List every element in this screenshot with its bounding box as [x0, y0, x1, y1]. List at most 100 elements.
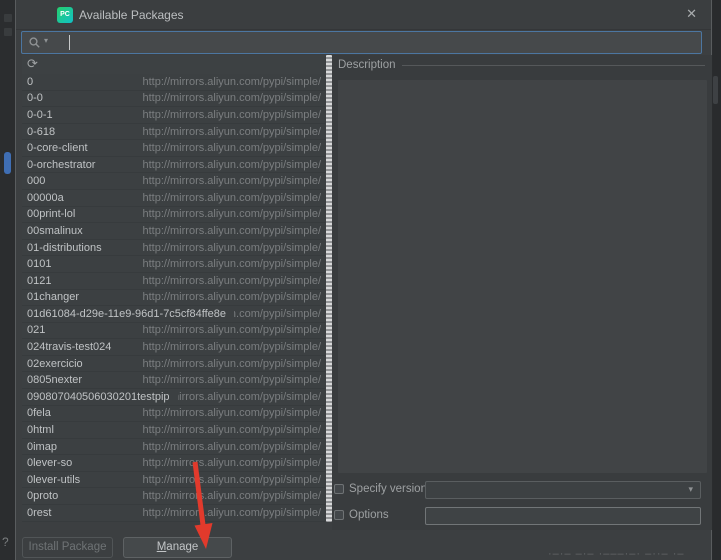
- list-item[interactable]: 00print-lol http://mirrors.aliyun.com/pyp…: [22, 207, 325, 224]
- list-item[interactable]: 000http://mirrors.aliyun.com/pypi/simple…: [22, 173, 325, 190]
- package-repo-url: http://mirrors.aliyun.com/pypi/simple/: [143, 407, 322, 419]
- list-item[interactable]: 0lever-so http://mirrors.aliyun.com/pypi/…: [22, 455, 325, 472]
- list-item[interactable]: 01d61084-d29e-11e9-96d1-7c5cf84ffe8e s.al…: [22, 306, 325, 323]
- specify-version-checkbox[interactable]: [334, 484, 344, 494]
- package-repo-url: http://mirrors.aliyun.com/pypi/simple/: [143, 457, 322, 469]
- chevron-down-icon: ▾: [688, 485, 693, 495]
- list-item[interactable]: 00000ahttp://mirrors.aliyun.com/pypi/sim…: [22, 190, 325, 207]
- list-item[interactable]: 0 http://mirrors.aliyun.com/pypi/simple/: [22, 74, 325, 91]
- package-name: 0fela: [27, 407, 51, 419]
- background-scroll-marker: [4, 152, 11, 174]
- list-item[interactable]: 0-0 http://mirrors.aliyun.com/pypi/simple…: [22, 91, 325, 108]
- list-item[interactable]: 01changer http://mirrors.aliyun.com/pypi/…: [22, 290, 325, 307]
- background-left-strip: ?: [0, 0, 15, 560]
- list-toolbar: ⟳: [22, 55, 325, 74]
- package-name: 01-distributions: [27, 242, 102, 254]
- package-repo-url: http://mirrors.aliyun.com/pypi/simple/: [143, 142, 322, 154]
- package-name: 0-0-1: [27, 109, 53, 121]
- list-item[interactable]: 0html http://mirrors.aliyun.com/pypi/simp…: [22, 422, 325, 439]
- package-name: 01d61084-d29e-11e9-96d1-7c5cf84ffe8e: [27, 308, 226, 320]
- list-item[interactable]: 0121http://mirrors.aliyun.com/pypi/simpl…: [22, 273, 325, 290]
- search-field[interactable]: ▾: [21, 31, 702, 54]
- package-name: 0html: [27, 424, 54, 436]
- package-name: 0lever-so: [27, 457, 72, 469]
- package-repo-url: http://mirrors.aliyun.com/pypi/simple/: [143, 258, 322, 270]
- package-name: 021: [27, 324, 45, 336]
- background-toolbar-icon: [4, 14, 12, 22]
- package-repo-url: http://mirrors.aliyun.com/pypi/simple/: [143, 159, 322, 171]
- list-item[interactable]: 090807040506030201testpip http://mirrors.…: [22, 389, 325, 406]
- package-list: 0 http://mirrors.aliyun.com/pypi/simple/0…: [22, 74, 325, 522]
- package-repo-url: http://mirrors.aliyun.com/pypi/simple/: [178, 391, 321, 403]
- package-repo-url: http://mirrors.aliyun.com/pypi/simple/: [143, 126, 322, 138]
- clipped-watermark: ·–·– –·– ·–––·–· –··– ·–: [548, 548, 714, 560]
- package-name: 0-0: [27, 92, 43, 104]
- description-divider: [402, 65, 705, 66]
- package-repo-url: http://mirrors.aliyun.com/pypi/simple/: [143, 507, 322, 519]
- pycharm-icon: PC: [57, 7, 73, 23]
- package-name: 024travis-test024: [27, 341, 111, 353]
- dialog-title: Available Packages: [79, 8, 184, 22]
- dialog-titlebar: PC Available Packages ✕: [16, 0, 711, 30]
- package-repo-url: http://mirrors.aliyun.com/pypi/simple/: [143, 358, 322, 370]
- list-item[interactable]: 0805nexterhttp://mirrors.aliyun.com/pypi…: [22, 372, 325, 389]
- list-item[interactable]: 02exerciciohttp://mirrors.aliyun.com/pyp…: [22, 356, 325, 373]
- list-item[interactable]: 0101 http://mirrors.aliyun.com/pypi/simpl…: [22, 256, 325, 273]
- package-name: 090807040506030201testpip: [27, 391, 170, 403]
- package-repo-url: http://mirrors.aliyun.com/pypi/simple/: [143, 291, 322, 303]
- package-repo-url: http://mirrors.aliyun.com/pypi/simple/: [143, 490, 322, 502]
- package-name: 0805nexter: [27, 374, 82, 386]
- package-repo-url: http://mirrors.aliyun.com/pypi/simple/: [143, 225, 322, 237]
- background-scrollbar-thumb: [713, 76, 718, 104]
- options-label: Options: [349, 509, 389, 521]
- annotation-arrow: [185, 455, 225, 555]
- list-item[interactable]: 0rest http://mirrors.aliyun.com/pypi/simp…: [22, 505, 325, 522]
- list-item[interactable]: 0-618 http://mirrors.aliyun.com/pypi/simp…: [22, 124, 325, 141]
- package-repo-url: s.aliyun.com/pypi/simple/: [234, 308, 321, 320]
- list-item[interactable]: 024travis-test024http://mirrors.aliyun.c…: [22, 339, 325, 356]
- package-name: 0: [27, 76, 33, 88]
- list-item[interactable]: 0lever-utilshttp://mirrors.aliyun.com/py…: [22, 472, 325, 489]
- options-input[interactable]: [425, 507, 701, 525]
- package-name: 0rest: [27, 507, 51, 519]
- background-toolbar-icon: [4, 28, 12, 36]
- list-item[interactable]: 0proto http://mirrors.aliyun.com/pypi/sim…: [22, 488, 325, 505]
- package-repo-url: http://mirrors.aliyun.com/pypi/simple/: [143, 76, 322, 88]
- search-input[interactable]: [78, 33, 692, 54]
- list-item[interactable]: 0-0-1http://mirrors.aliyun.com/pypi/simp…: [22, 107, 325, 124]
- list-item[interactable]: 0fela http://mirrors.aliyun.com/pypi/simp…: [22, 406, 325, 423]
- list-item[interactable]: 0imap http://mirrors.aliyun.com/pypi/simp…: [22, 439, 325, 456]
- close-icon[interactable]: ✕: [686, 6, 697, 22]
- package-name: 0-618: [27, 126, 55, 138]
- package-name: 0proto: [27, 490, 58, 502]
- package-repo-url: http://mirrors.aliyun.com/pypi/simple/: [143, 424, 322, 436]
- package-name: 01changer: [27, 291, 79, 303]
- screenshot-canvas: ? PC Available Packages ✕ ▾ ⟳ 0 http://mi…: [0, 0, 721, 560]
- options-checkbox[interactable]: [334, 510, 344, 520]
- list-item[interactable]: 021http://mirrors.aliyun.com/pypi/simple…: [22, 323, 325, 340]
- package-name: 00smalinux: [27, 225, 83, 237]
- package-name: 0lever-utils: [27, 474, 80, 486]
- list-item[interactable]: 0-orchestratorhttp://mirrors.aliyun.com/…: [22, 157, 325, 174]
- version-combobox[interactable]: ▾: [425, 481, 701, 499]
- package-repo-url: http://mirrors.aliyun.com/pypi/simple/: [143, 441, 322, 453]
- package-repo-url: http://mirrors.aliyun.com/pypi/simple/: [143, 192, 322, 204]
- package-repo-url: http://mirrors.aliyun.com/pypi/simple/: [143, 208, 322, 220]
- list-item[interactable]: 01-distributionshttp://mirrors.aliyun.co…: [22, 240, 325, 257]
- reload-icon[interactable]: ⟳: [27, 56, 38, 73]
- help-icon: ?: [2, 535, 9, 549]
- package-name: 0101: [27, 258, 51, 270]
- list-item[interactable]: 00smalinux http://mirrors.aliyun.com/pypi…: [22, 223, 325, 240]
- description-panel: [338, 80, 707, 473]
- details-pane: Description Specify version ▾ Options: [332, 55, 712, 530]
- install-package-button[interactable]: Install Package: [22, 537, 113, 558]
- search-history-arrow-icon[interactable]: ▾: [44, 36, 48, 45]
- package-name: 00print-lol: [27, 208, 75, 220]
- specify-version-label: Specify version: [349, 483, 427, 495]
- list-item[interactable]: 0-core-client http://mirrors.aliyun.com/p…: [22, 140, 325, 157]
- background-right-strip: [713, 0, 721, 560]
- package-repo-url: http://mirrors.aliyun.com/pypi/simple/: [143, 92, 322, 104]
- package-repo-url: http://mirrors.aliyun.com/pypi/simple/: [143, 175, 322, 187]
- package-name: 0-core-client: [27, 142, 88, 154]
- package-name: 0imap: [27, 441, 57, 453]
